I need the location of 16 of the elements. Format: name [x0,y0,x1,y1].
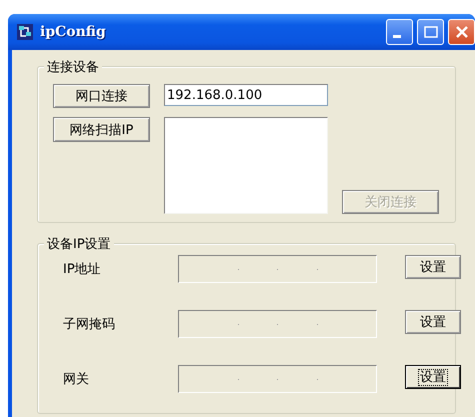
minimize-button[interactable] [386,19,413,45]
close-button[interactable] [448,19,475,45]
field-label: 网关 [63,371,90,388]
group-title: 设备IP设置 [44,235,114,253]
field-label: 子网掩码 [63,316,116,333]
ip-input-field[interactable]: 192.168.0.100 [164,84,328,106]
maximize-icon [424,26,438,38]
window-title: ipConfig [40,24,107,40]
minimize-icon [392,34,400,38]
maximize-button[interactable] [417,19,444,45]
network-icon [16,23,34,41]
connect-button[interactable]: 网口连接 [53,84,150,108]
field-label: IP地址 [63,261,102,278]
group-title: 连接设备 [44,58,102,76]
close-icon [454,25,468,39]
scan-button[interactable]: 网络扫描IP [53,117,150,142]
